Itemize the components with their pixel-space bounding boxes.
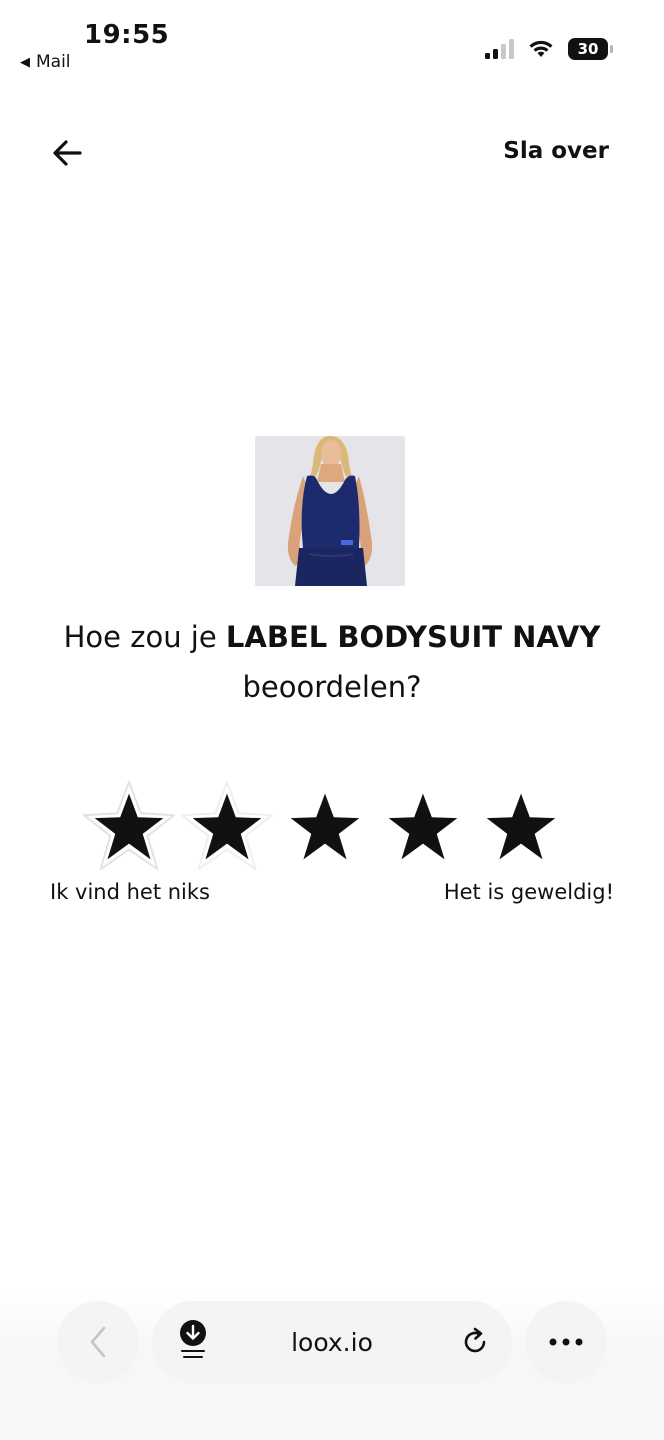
status-time: 19:55 — [84, 20, 170, 50]
battery-level: 30 — [577, 40, 599, 58]
signal-icon — [485, 39, 514, 59]
browser-back-button[interactable] — [57, 1301, 139, 1383]
rating-question: Hoe zou je LABEL BODYSUIT NAVY beoordele… — [0, 612, 664, 712]
star-3-icon[interactable] — [276, 778, 374, 876]
reload-icon[interactable] — [460, 1327, 490, 1357]
question-suffix: beoordelen? — [242, 670, 422, 704]
star-rating — [80, 772, 570, 882]
rating-label-high: Het is geweldig! — [443, 880, 614, 904]
skip-button[interactable]: Sla over — [503, 138, 609, 164]
star-2-icon[interactable] — [178, 778, 276, 876]
url-text: loox.io — [291, 1327, 373, 1357]
address-bar[interactable]: loox.io — [152, 1301, 512, 1383]
battery-icon: 30 — [568, 38, 613, 60]
star-5-icon[interactable] — [472, 778, 570, 876]
ellipsis-icon — [549, 1338, 583, 1346]
download-icon[interactable] — [176, 1319, 210, 1361]
star-4-icon[interactable] — [374, 778, 472, 876]
status-indicators: 30 — [485, 38, 613, 60]
back-arrow-icon[interactable] — [48, 134, 86, 172]
product-name: LABEL BODYSUIT NAVY — [225, 620, 601, 654]
back-triangle-icon: ◀ — [20, 54, 30, 70]
star-1-icon[interactable] — [80, 778, 178, 876]
rating-label-low: Ik vind het niks — [50, 880, 210, 904]
back-app-label: Mail — [36, 52, 71, 72]
back-to-app-link[interactable]: ◀ Mail — [20, 52, 71, 72]
product-image — [255, 436, 405, 586]
more-options-button[interactable] — [525, 1301, 607, 1383]
question-prefix: Hoe zou je — [63, 620, 226, 654]
chevron-left-icon — [90, 1326, 106, 1358]
wifi-icon — [529, 40, 553, 57]
